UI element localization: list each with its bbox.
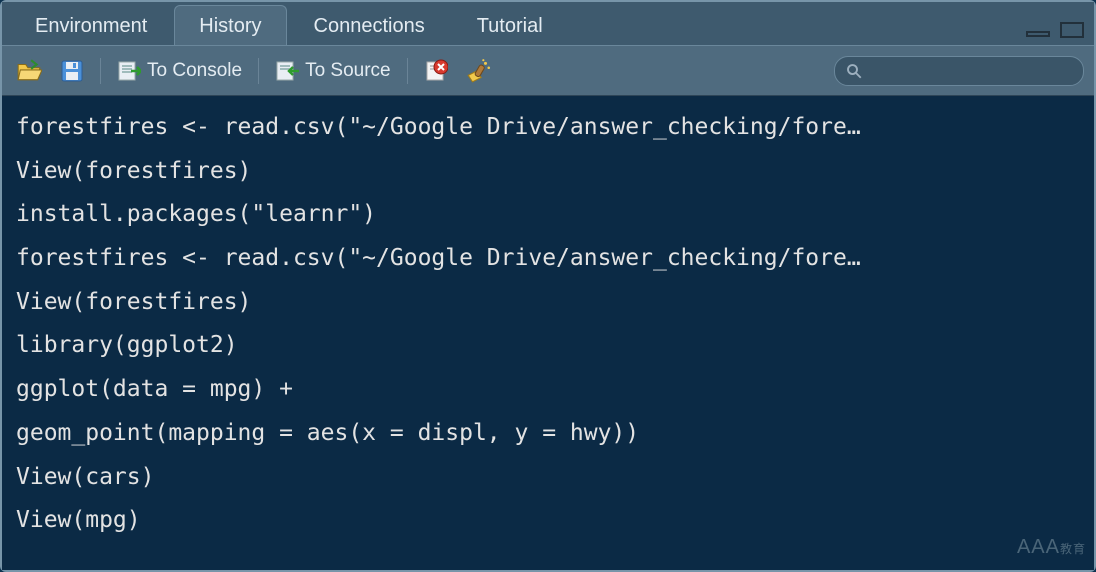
- history-line[interactable]: View(forestfires): [16, 150, 1080, 194]
- tab-label: History: [199, 15, 261, 38]
- history-pane: Environment History Connections Tutorial: [0, 0, 1096, 572]
- window-controls: [1024, 21, 1086, 45]
- history-line[interactable]: geom_point(mapping = aes(x = displ, y = …: [16, 412, 1080, 456]
- history-line[interactable]: forestfires <- read.csv("~/Google Drive/…: [16, 106, 1080, 150]
- search-input[interactable]: [869, 62, 1073, 80]
- history-line[interactable]: ggplot(data = mpg) +: [16, 368, 1080, 412]
- toolbar: To Console To Source: [2, 46, 1094, 96]
- tab-label: Environment: [35, 15, 147, 38]
- tab-label: Connections: [314, 15, 425, 38]
- tab-connections[interactable]: Connections: [289, 5, 450, 45]
- save-button[interactable]: [56, 57, 88, 85]
- history-line[interactable]: View(forestfires): [16, 281, 1080, 325]
- minimize-icon[interactable]: [1024, 21, 1052, 39]
- tab-environment[interactable]: Environment: [10, 5, 172, 45]
- tab-tutorial[interactable]: Tutorial: [452, 5, 568, 45]
- to-console-label: To Console: [147, 60, 242, 82]
- tabbar: Environment History Connections Tutorial: [2, 2, 1094, 46]
- maximize-icon[interactable]: [1058, 21, 1086, 39]
- remove-entries-button[interactable]: [420, 57, 452, 85]
- search-box[interactable]: [834, 56, 1084, 86]
- separator: [100, 58, 101, 84]
- separator: [258, 58, 259, 84]
- to-console-button[interactable]: To Console: [113, 57, 246, 85]
- history-line[interactable]: forestfires <- read.csv("~/Google Drive/…: [16, 237, 1080, 281]
- separator: [407, 58, 408, 84]
- watermark-sub: 教育: [1060, 542, 1086, 556]
- history-line[interactable]: View(mpg): [16, 499, 1080, 543]
- search-icon: [845, 62, 863, 80]
- history-line[interactable]: install.packages("learnr"): [16, 193, 1080, 237]
- to-source-label: To Source: [305, 60, 391, 82]
- tab-label: Tutorial: [477, 15, 543, 38]
- history-line[interactable]: View(cars): [16, 456, 1080, 500]
- to-source-button[interactable]: To Source: [271, 57, 395, 85]
- open-folder-button[interactable]: [12, 56, 46, 86]
- history-line[interactable]: library(ggplot2): [16, 324, 1080, 368]
- clear-history-button[interactable]: [462, 56, 496, 86]
- history-body: forestfires <- read.csv("~/Google Drive/…: [2, 96, 1094, 570]
- tab-history[interactable]: History: [174, 5, 286, 45]
